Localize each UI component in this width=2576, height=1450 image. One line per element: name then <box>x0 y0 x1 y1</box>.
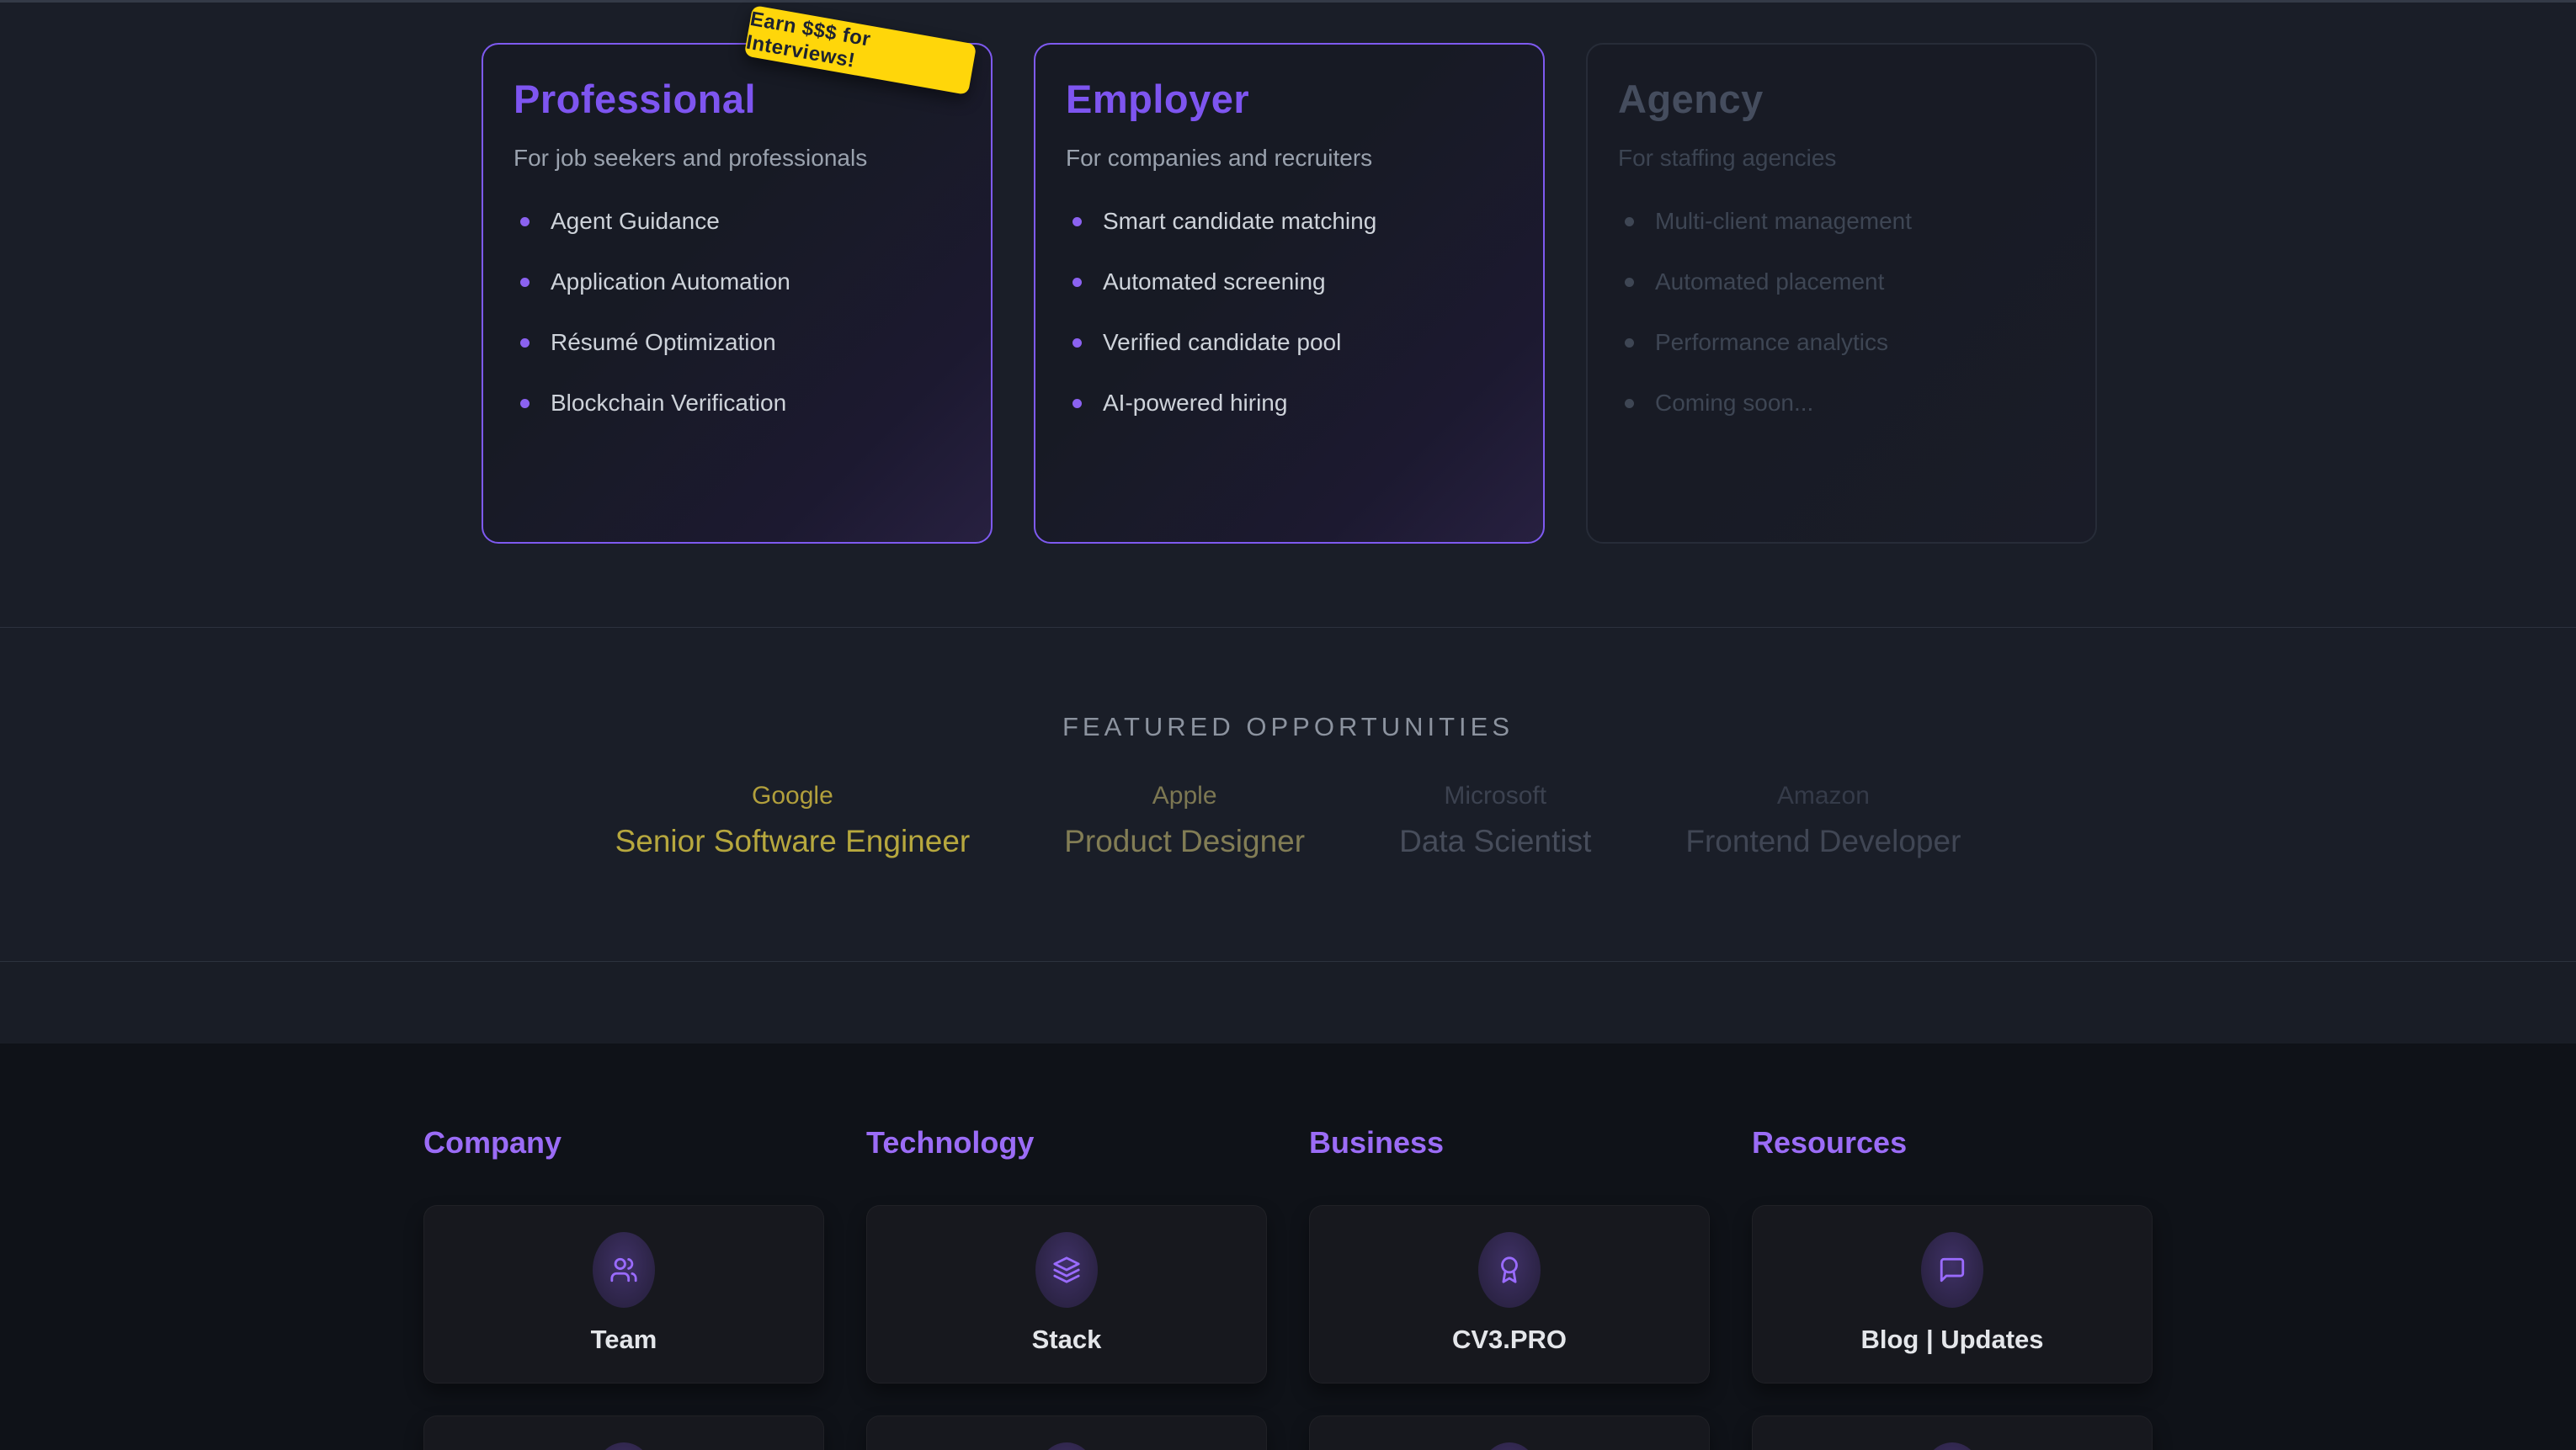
section-spacer <box>0 961 2576 1044</box>
featured-company: Apple <box>1064 781 1305 811</box>
plan-feature-list: Smart candidate matching Automated scree… <box>1066 191 1513 433</box>
plan-feature: Multi-client management <box>1625 191 2065 252</box>
featured-opportunity[interactable]: Microsoft Data Scientist <box>1399 781 1591 860</box>
footer-card-partial[interactable] <box>1309 1415 1710 1450</box>
plan-title: Employer <box>1066 75 1513 124</box>
featured-company: Amazon <box>1685 781 1961 811</box>
bullet-dot-icon <box>1072 217 1082 226</box>
footer-card-label: Blog | Updates <box>1753 1325 2152 1355</box>
message-square-icon <box>1921 1232 1983 1308</box>
bullet-dot-icon <box>1072 399 1082 408</box>
plan-card-employer[interactable]: Employer For companies and recruiters Sm… <box>1034 43 1545 544</box>
plan-cards-row: Professional For job seekers and profess… <box>482 43 2097 544</box>
layers-icon <box>1035 1232 1098 1308</box>
footer-card-icon <box>1035 1442 1098 1450</box>
featured-opportunities-section: FEATURED OPPORTUNITIES Google Senior Sof… <box>0 628 2576 961</box>
footer-card-partial[interactable] <box>866 1415 1267 1450</box>
footer-grid: Company Team Technology Stack <box>423 1044 2153 1450</box>
footer-heading: Business <box>1309 1124 1710 1161</box>
plan-subtitle: For job seekers and professionals <box>514 144 961 173</box>
bullet-dot-icon <box>1625 399 1634 408</box>
users-icon <box>593 1232 655 1308</box>
footer-card-label: Team <box>424 1325 823 1355</box>
plan-title: Professional <box>514 75 961 124</box>
footer-card-partial[interactable] <box>423 1415 824 1450</box>
footer-card-cv3pro[interactable]: CV3.PRO <box>1309 1205 1710 1384</box>
footer: Company Team Technology Stack <box>0 1044 2576 1450</box>
bullet-dot-icon <box>1625 278 1634 287</box>
footer-column-technology: Technology Stack <box>866 1124 1267 1450</box>
footer-card-partial[interactable] <box>1752 1415 2153 1450</box>
featured-role: Data Scientist <box>1399 823 1591 860</box>
plan-feature: AI-powered hiring <box>1072 373 1513 433</box>
plan-feature-list: Multi-client management Automated placem… <box>1618 191 2065 433</box>
footer-card-label: Stack <box>867 1325 1266 1355</box>
plan-feature: Verified candidate pool <box>1072 312 1513 373</box>
plan-feature: Automated screening <box>1072 252 1513 312</box>
featured-company: Google <box>615 781 971 811</box>
footer-card-stack[interactable]: Stack <box>866 1205 1267 1384</box>
footer-heading: Company <box>423 1124 824 1161</box>
footer-column-resources: Resources Blog | Updates <box>1752 1124 2153 1450</box>
footer-card-label: CV3.PRO <box>1310 1325 1709 1355</box>
featured-role: Senior Software Engineer <box>615 823 971 860</box>
footer-card-icon <box>1478 1442 1541 1450</box>
plan-title: Agency <box>1618 75 2065 124</box>
award-icon <box>1478 1232 1541 1308</box>
plan-feature: Résumé Optimization <box>520 312 961 373</box>
bullet-dot-icon <box>520 278 530 287</box>
featured-opportunity[interactable]: Google Senior Software Engineer <box>615 781 971 860</box>
pricing-page: Professional For job seekers and profess… <box>0 0 2576 1450</box>
plan-feature: Performance analytics <box>1625 312 2065 373</box>
footer-card-icon <box>1921 1442 1983 1450</box>
featured-heading: FEATURED OPPORTUNITIES <box>0 628 2576 742</box>
featured-row: Google Senior Software Engineer Apple Pr… <box>0 781 2576 860</box>
plans-section: Professional For job seekers and profess… <box>0 0 2576 628</box>
bullet-dot-icon <box>520 399 530 408</box>
plan-feature: Blockchain Verification <box>520 373 961 433</box>
bullet-dot-icon <box>1625 338 1634 348</box>
footer-heading: Technology <box>866 1124 1267 1161</box>
featured-role: Product Designer <box>1064 823 1305 860</box>
featured-company: Microsoft <box>1399 781 1591 811</box>
plan-subtitle: For staffing agencies <box>1618 144 2065 173</box>
footer-heading: Resources <box>1752 1124 2153 1161</box>
bullet-dot-icon <box>520 338 530 348</box>
footer-column-business: Business CV3.PRO <box>1309 1124 1710 1450</box>
plan-subtitle: For companies and recruiters <box>1066 144 1513 173</box>
featured-opportunity[interactable]: Amazon Frontend Developer <box>1685 781 1961 860</box>
footer-card-blog[interactable]: Blog | Updates <box>1752 1205 2153 1384</box>
featured-role: Frontend Developer <box>1685 823 1961 860</box>
bullet-dot-icon <box>1072 338 1082 348</box>
plan-feature: Automated placement <box>1625 252 2065 312</box>
plan-feature: Application Automation <box>520 252 961 312</box>
plan-feature: Smart candidate matching <box>1072 191 1513 252</box>
featured-opportunity[interactable]: Apple Product Designer <box>1064 781 1305 860</box>
plan-card-agency[interactable]: Agency For staffing agencies Multi-clien… <box>1586 43 2097 544</box>
bullet-dot-icon <box>1072 278 1082 287</box>
bullet-dot-icon <box>1625 217 1634 226</box>
plan-card-professional[interactable]: Professional For job seekers and profess… <box>482 43 993 544</box>
plan-feature: Coming soon... <box>1625 373 2065 433</box>
footer-column-company: Company Team <box>423 1124 824 1450</box>
plan-feature: Agent Guidance <box>520 191 961 252</box>
plan-feature-list: Agent Guidance Application Automation Ré… <box>514 191 961 433</box>
footer-card-team[interactable]: Team <box>423 1205 824 1384</box>
bullet-dot-icon <box>520 217 530 226</box>
footer-card-icon <box>593 1442 655 1450</box>
